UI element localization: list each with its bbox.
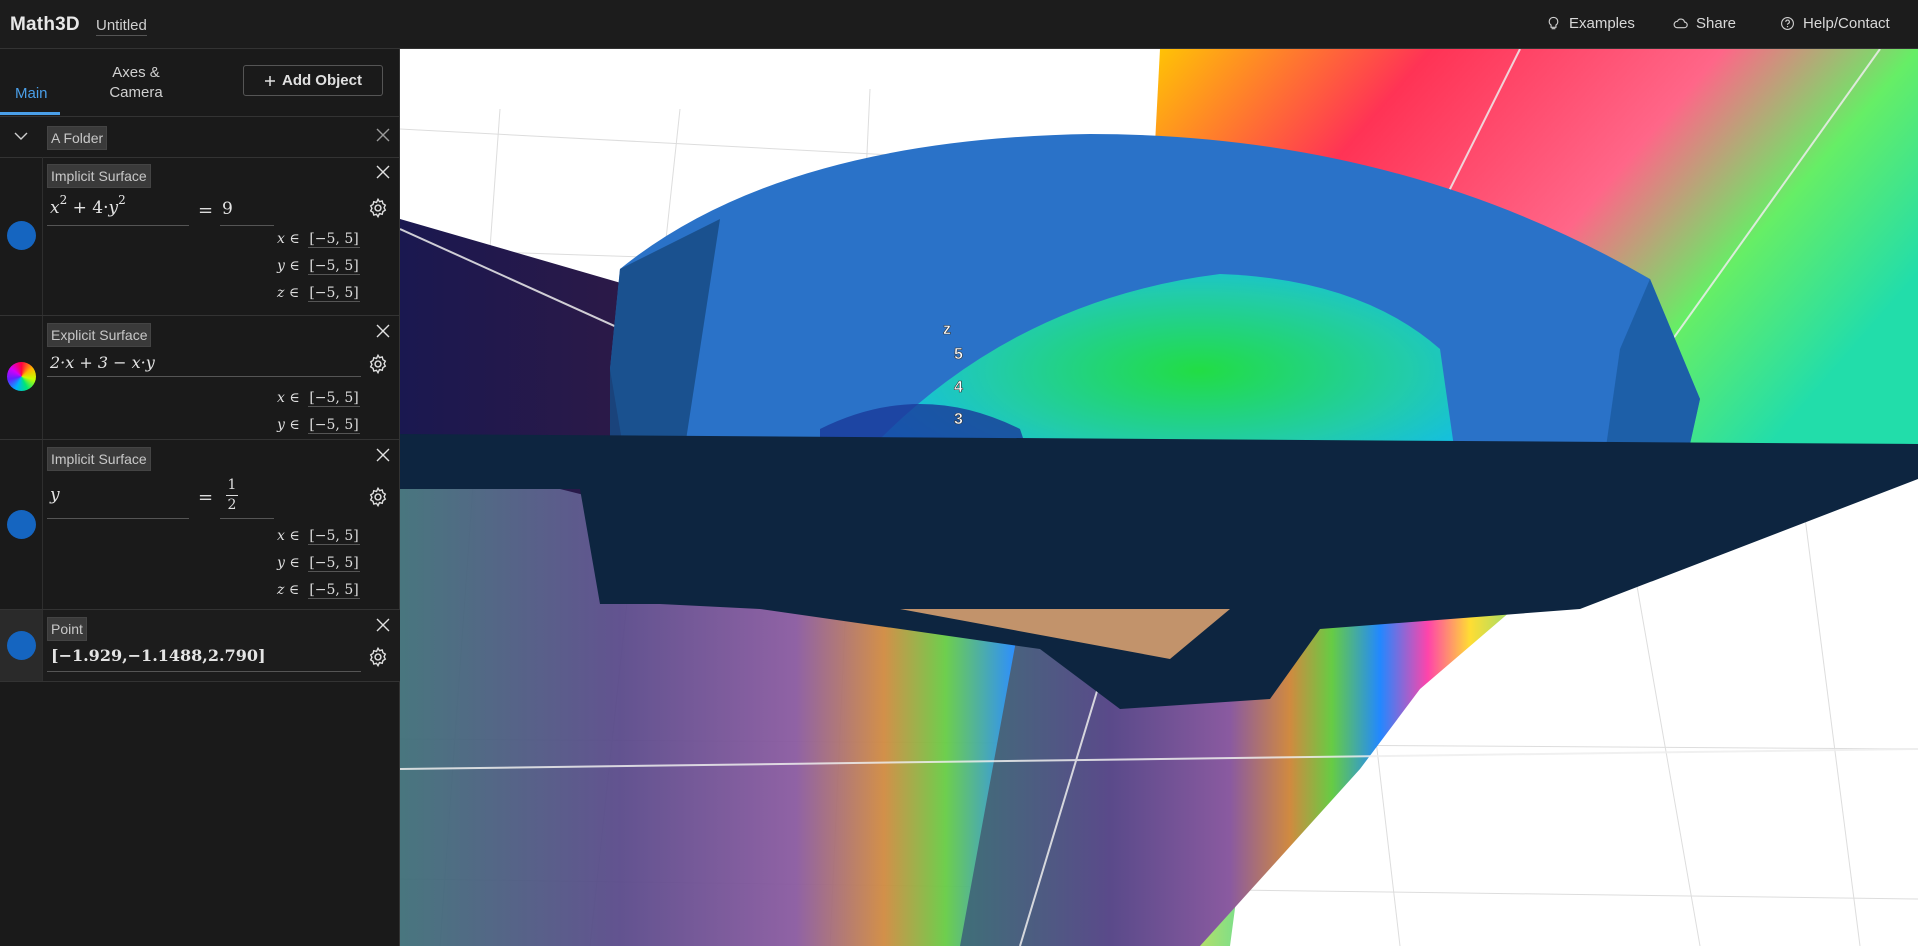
- range-var: y: [277, 417, 285, 433]
- lhs-term2: y: [108, 198, 119, 218]
- color-swatch[interactable]: [7, 221, 36, 250]
- rhs-underline: [220, 225, 274, 226]
- tab-axes-camera-line2: Camera: [109, 84, 163, 101]
- range-label-y: y ∈: [277, 417, 300, 433]
- object-implicit-surface-1: Implicit Surface x2 + 4·y2 = 9 x ∈ [−5, …: [0, 157, 400, 316]
- folder-label[interactable]: A Folder: [47, 126, 108, 150]
- range-input-x[interactable]: [−5, 5]: [308, 231, 360, 248]
- rhs-fraction[interactable]: 1 2: [226, 478, 238, 513]
- gear-icon[interactable]: [367, 646, 389, 668]
- tick-label-5: 5: [954, 346, 963, 363]
- add-object-label: Add Object: [281, 72, 362, 89]
- object-implicit-surface-2: Implicit Surface y = 1 2 x ∈ [−5, 5] y ∈…: [0, 440, 400, 610]
- help-contact-label: Help/Contact: [1803, 15, 1890, 32]
- object-explicit-surface: Explicit Surface 2·x + 3 − x·y x ∈ [−5, …: [0, 316, 400, 440]
- range-label-z: z ∈: [277, 582, 300, 598]
- color-swatch[interactable]: [7, 631, 36, 660]
- rhs-expression[interactable]: 9: [222, 199, 233, 219]
- lightbulb-icon: [1548, 16, 1559, 30]
- lhs-underline: [47, 225, 189, 226]
- lhs-term1: x: [50, 198, 60, 218]
- range-input-y[interactable]: [−5, 5]: [308, 258, 360, 275]
- 3d-canvas[interactable]: z 5 4 3: [400, 49, 1918, 946]
- examples-label: Examples: [1569, 15, 1635, 32]
- plus-icon: [264, 75, 275, 86]
- range-var: x: [277, 528, 285, 544]
- range-input-y[interactable]: [−5, 5]: [308, 417, 360, 434]
- range-var: z: [277, 582, 285, 598]
- range-var: y: [277, 555, 285, 571]
- object-type-label[interactable]: Explicit Surface: [47, 323, 152, 347]
- gear-icon[interactable]: [367, 197, 389, 219]
- scene-graphic[interactable]: z 5 4 3: [400, 49, 1918, 946]
- range-input-z[interactable]: [−5, 5]: [308, 285, 360, 302]
- range-input-x[interactable]: [−5, 5]: [308, 390, 360, 407]
- close-icon[interactable]: [376, 165, 390, 179]
- lhs-underline: [47, 518, 189, 519]
- sidebar: Main Axes & Camera Add Object A Folder I…: [0, 49, 400, 946]
- range-var: x: [277, 390, 285, 406]
- range-label-x: x ∈: [277, 390, 300, 406]
- active-tab-indicator: [0, 112, 60, 115]
- range-var: x: [277, 231, 285, 247]
- range-label-z: z ∈: [277, 285, 300, 301]
- lhs-exp2: 2: [118, 193, 126, 207]
- range-label-x: x ∈: [277, 528, 300, 544]
- range-input-x[interactable]: [−5, 5]: [308, 528, 360, 545]
- coordinates-underline: [47, 671, 361, 672]
- question-circle-icon: [1781, 17, 1794, 30]
- app-logo[interactable]: Math3D: [10, 14, 80, 36]
- expression-underline: [47, 376, 361, 377]
- close-icon[interactable]: [376, 618, 390, 632]
- tick-label-3: 3: [954, 411, 963, 428]
- lhs-middle: + 4·: [67, 198, 109, 218]
- range-label-y: y ∈: [277, 258, 300, 274]
- document-title[interactable]: Untitled: [96, 17, 147, 36]
- explicit-expression[interactable]: 2·x + 3 − x·y: [50, 353, 155, 372]
- point-marker[interactable]: [1400, 288, 1428, 306]
- gear-icon[interactable]: [367, 353, 389, 375]
- object-type-label[interactable]: Implicit Surface: [47, 164, 151, 188]
- object-point: Point [−1.929,−1.1488,2.790]: [0, 610, 400, 682]
- cloud-icon: [1673, 18, 1688, 29]
- sidebar-tabs: Main Axes & Camera Add Object: [0, 49, 400, 117]
- range-var: y: [277, 258, 285, 274]
- range-label-x: x ∈: [277, 231, 300, 247]
- color-swatch[interactable]: [7, 510, 36, 539]
- close-icon[interactable]: [376, 324, 390, 338]
- tab-main[interactable]: Main: [15, 84, 48, 104]
- color-swatch-rainbow[interactable]: [7, 362, 36, 391]
- fraction-numerator: 1: [227, 477, 237, 493]
- fraction-denominator: 2: [227, 497, 237, 513]
- chevron-down-icon[interactable]: [14, 131, 28, 141]
- tick-label-4: 4: [954, 379, 963, 396]
- lhs-expression[interactable]: y: [50, 485, 60, 505]
- point-coordinates[interactable]: [−1.929,−1.1488,2.790]: [51, 646, 266, 665]
- share-button[interactable]: Share: [1673, 15, 1736, 32]
- rhs-underline: [220, 518, 274, 519]
- folder-row: A Folder: [0, 116, 400, 158]
- close-icon[interactable]: [376, 128, 390, 142]
- object-type-label[interactable]: Point: [47, 617, 87, 641]
- top-bar: Math3D Untitled Examples Share Help/Cont…: [0, 0, 1918, 49]
- range-input-z[interactable]: [−5, 5]: [308, 582, 360, 599]
- equals-sign: =: [198, 200, 214, 221]
- close-icon[interactable]: [376, 448, 390, 462]
- gear-icon[interactable]: [367, 486, 389, 508]
- axis-label-z: z: [943, 321, 951, 338]
- add-object-button[interactable]: Add Object: [243, 65, 383, 96]
- range-var: z: [277, 285, 285, 301]
- help-contact-button[interactable]: Help/Contact: [1780, 15, 1890, 32]
- share-label: Share: [1696, 15, 1737, 32]
- equals-sign: =: [198, 487, 214, 508]
- tab-axes-camera[interactable]: Axes & Camera: [108, 63, 164, 103]
- fraction-bar: [226, 495, 238, 496]
- object-type-label[interactable]: Implicit Surface: [47, 447, 151, 471]
- range-input-y[interactable]: [−5, 5]: [308, 555, 360, 572]
- examples-button[interactable]: Examples: [1546, 15, 1635, 32]
- range-label-y: y ∈: [277, 555, 300, 571]
- lhs-expression[interactable]: x2 + 4·y2: [50, 193, 126, 218]
- tab-axes-camera-line1: Axes &: [112, 64, 160, 81]
